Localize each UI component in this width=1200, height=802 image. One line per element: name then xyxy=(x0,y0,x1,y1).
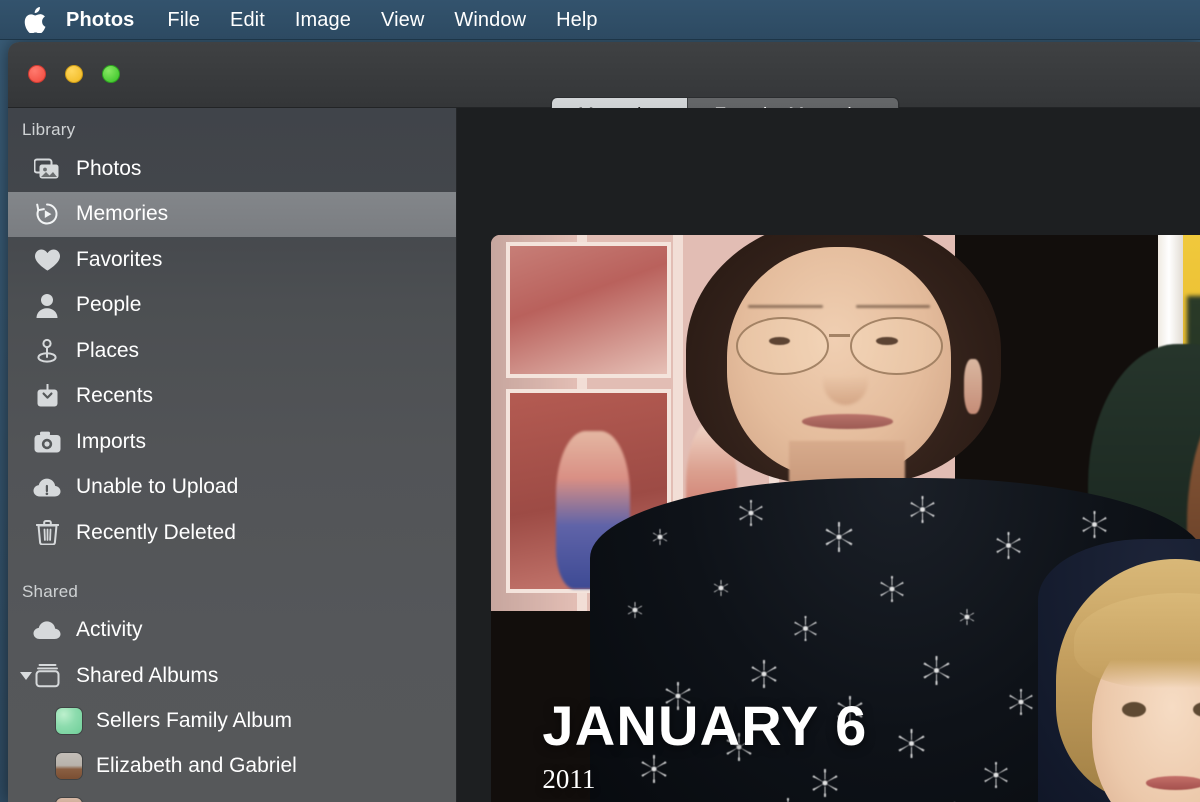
sidebar-item-places[interactable]: Places xyxy=(8,328,456,374)
sweater-snowflake-motif xyxy=(958,608,975,625)
sidebar-item-label: Recently Deleted xyxy=(76,520,236,544)
sidebar-section-shared: Shared xyxy=(22,581,79,601)
sidebar-item-favorites[interactable]: Favorites xyxy=(8,237,456,283)
memory-overlay-text: JANUARY 6 2011 xyxy=(542,698,867,793)
sidebar-section-library: Library xyxy=(22,120,76,139)
chevron-down-icon[interactable] xyxy=(20,671,32,680)
sidebar-item-photos[interactable]: Photos xyxy=(8,146,456,192)
download-tray-icon xyxy=(32,381,62,411)
girl-figure xyxy=(1038,538,1200,802)
sidebar-album-elizabeth-gabriel[interactable]: Elizabeth and Gabriel xyxy=(8,744,456,789)
sidebar-item-recents[interactable]: Recents xyxy=(8,374,456,420)
window-body: Library Photos Memories Favorites People… xyxy=(8,108,1200,802)
sidebar-item-label: Favorites xyxy=(76,247,163,271)
girl-mouth xyxy=(1145,776,1200,791)
sidebar-item-label: Places xyxy=(76,338,140,362)
sidebar-album-label: Elizabeth and Gabriel xyxy=(96,754,297,777)
sweater-snowflake-motif xyxy=(909,496,937,523)
sweater-snowflake-motif xyxy=(897,729,927,759)
glasses-bridge xyxy=(828,334,850,337)
woman-brow-left xyxy=(747,304,823,308)
apple-logo-icon[interactable] xyxy=(22,5,48,35)
person-icon xyxy=(32,290,62,320)
wall-picture-1 xyxy=(509,246,668,375)
sweater-snowflake-motif xyxy=(983,761,1010,788)
window-titlebar: Memories Favorite Memories xyxy=(8,42,1200,135)
sidebar-item-label: Recents xyxy=(76,384,154,408)
menu-photos[interactable]: Photos xyxy=(64,5,152,35)
memories-rewind-icon xyxy=(32,199,62,229)
sidebar: Library Photos Memories Favorites People… xyxy=(8,108,457,802)
sidebar-item-recently-deleted[interactable]: Recently Deleted xyxy=(8,510,456,556)
sweater-snowflake-motif xyxy=(713,579,730,596)
album-thumbnail xyxy=(56,708,82,734)
sweater-snowflake-motif xyxy=(651,528,668,545)
memory-card[interactable]: JANUARY 6 2011 xyxy=(491,235,1200,802)
sidebar-album-sellers-family[interactable]: Sellers Family Album xyxy=(8,699,456,744)
map-pin-icon xyxy=(32,336,62,366)
menu-bar: Photos File Edit Image View Window Help xyxy=(0,0,1200,40)
girl-eye-left xyxy=(1121,701,1146,717)
sweater-snowflake-motif xyxy=(921,656,951,686)
sweater-snowflake-motif xyxy=(995,532,1023,560)
sidebar-item-imports[interactable]: Imports xyxy=(8,419,456,465)
menu-image[interactable]: Image xyxy=(280,5,366,35)
sweater-snowflake-motif xyxy=(749,659,778,688)
sidebar-item-label: Memories xyxy=(76,202,169,226)
album-thumbnail xyxy=(56,753,82,779)
sweater-snowflake-motif xyxy=(878,576,905,603)
sidebar-item-label: People xyxy=(76,293,142,317)
sidebar-item-unable-to-upload[interactable]: Unable to Upload xyxy=(8,465,456,511)
sweater-snowflake-motif xyxy=(774,798,801,802)
cloud-icon xyxy=(32,615,62,645)
sweater-snowflake-motif xyxy=(627,601,644,618)
album-thumbnail xyxy=(56,798,82,802)
sidebar-item-activity[interactable]: Activity xyxy=(8,608,456,654)
woman-brow-right xyxy=(855,304,931,308)
albums-box-icon xyxy=(32,661,62,691)
sidebar-item-memories[interactable]: Memories xyxy=(8,191,456,237)
close-button[interactable] xyxy=(28,65,46,83)
glasses-lens-left xyxy=(735,316,829,375)
menu-file[interactable]: File xyxy=(152,5,215,35)
sidebar-item-label: Imports xyxy=(76,429,147,453)
sweater-snowflake-motif xyxy=(823,521,854,552)
minimize-button[interactable] xyxy=(65,65,83,83)
sweater-snowflake-motif xyxy=(1007,689,1034,716)
sidebar-item-people[interactable]: People xyxy=(8,283,456,329)
photos-stack-icon xyxy=(32,154,62,184)
memories-content-area: JANUARY 6 2011 xyxy=(457,108,1200,802)
cloud-warning-icon xyxy=(32,472,62,502)
screen: Photos File Edit Image View Window Help … xyxy=(0,0,1200,802)
sidebar-item-shared-albums[interactable]: Shared Albums xyxy=(8,653,456,699)
woman-earring xyxy=(963,359,982,415)
traffic-lights xyxy=(28,65,120,83)
sidebar-album-partial[interactable] xyxy=(8,789,456,802)
trash-icon xyxy=(32,518,62,548)
sweater-snowflake-motif xyxy=(1081,510,1109,538)
sidebar-item-label: Photos xyxy=(76,156,142,180)
menu-window[interactable]: Window xyxy=(439,5,541,35)
photos-window: Memories Favorite Memories Library xyxy=(8,42,1200,802)
sidebar-item-label: Activity xyxy=(76,618,143,642)
zoom-button[interactable] xyxy=(102,65,120,83)
menu-view[interactable]: View xyxy=(366,5,439,35)
sweater-snowflake-motif xyxy=(792,616,818,642)
menu-help[interactable]: Help xyxy=(541,5,613,35)
woman-mouth xyxy=(801,414,894,429)
sidebar-item-label: Unable to Upload xyxy=(76,475,239,499)
memory-year: 2011 xyxy=(542,764,596,795)
camera-icon xyxy=(32,427,62,457)
sidebar-item-label: Shared Albums xyxy=(76,663,219,687)
sidebar-album-label: Sellers Family Album xyxy=(96,709,293,732)
menu-edit[interactable]: Edit xyxy=(215,5,280,35)
woman-nose xyxy=(822,356,869,405)
heart-icon xyxy=(32,245,62,275)
memory-date: JANUARY 6 xyxy=(542,694,868,758)
memory-photo: JANUARY 6 2011 xyxy=(491,235,1200,802)
sweater-snowflake-motif xyxy=(737,499,764,526)
